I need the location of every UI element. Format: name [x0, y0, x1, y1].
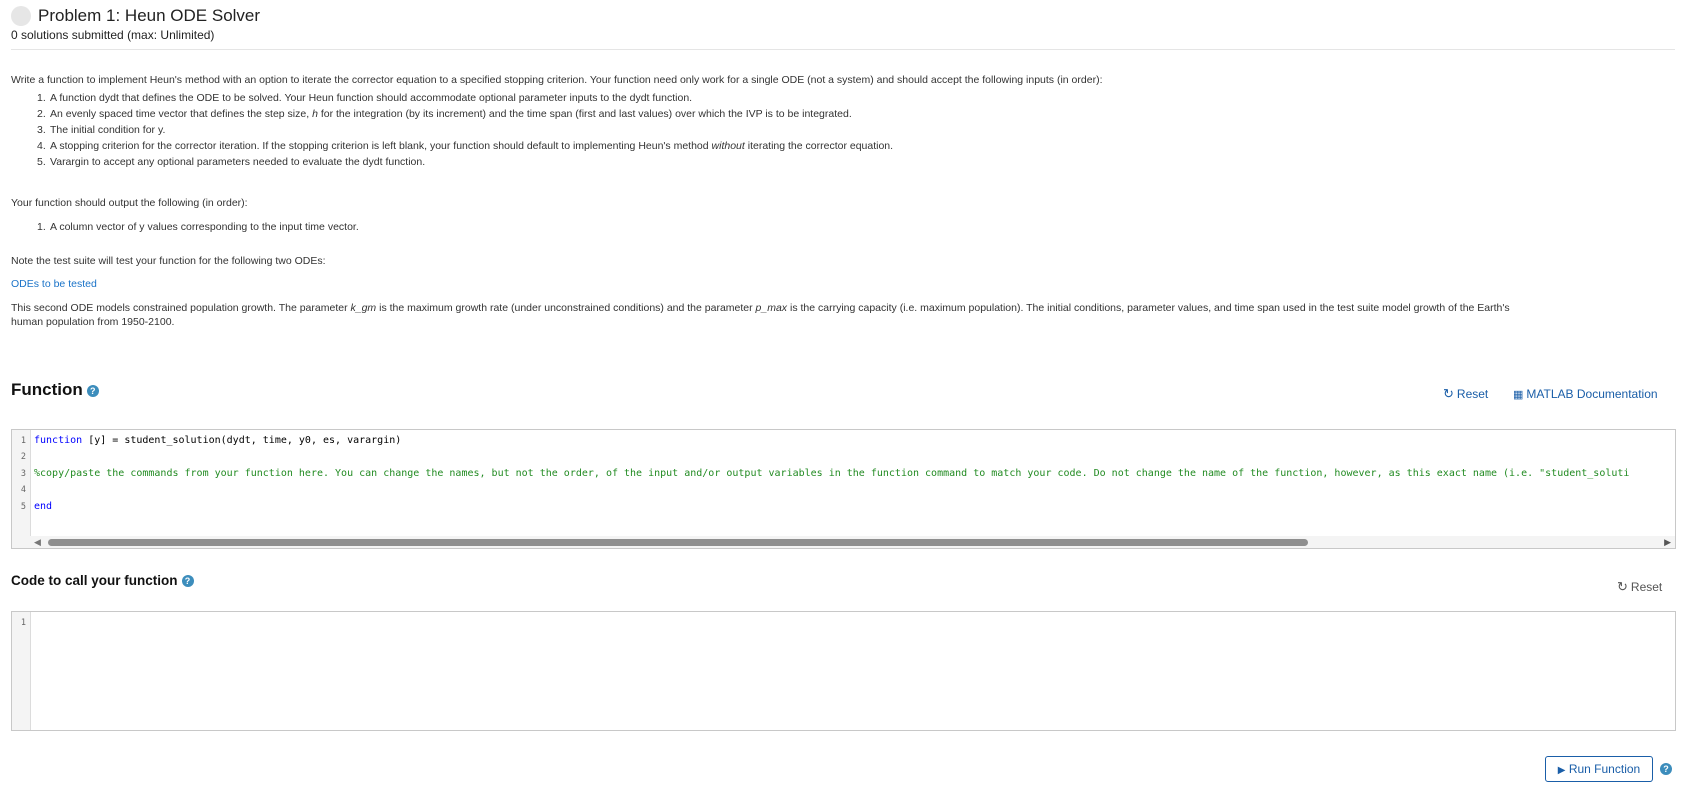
matlab-documentation-button[interactable]: ▦ MATLAB Documentation	[1513, 385, 1658, 403]
play-icon: ▶	[1557, 765, 1566, 776]
inputs-list: 1. A function dydt that defines the ODE t…	[37, 91, 1637, 171]
outputs-list: 1. A column vector of y values correspond…	[37, 220, 359, 234]
scroll-left-icon[interactable]: ◀	[34, 537, 41, 548]
code-line-1[interactable]: function [y] = student_solution(dydt, ti…	[34, 435, 401, 446]
output-intro: Your function should output the followin…	[11, 197, 248, 209]
list-item: 1. A column vector of y values correspond…	[37, 221, 359, 233]
list-item: 4. A stopping criterion for the corrector…	[37, 140, 894, 152]
test-note: Note the test suite will test your funct…	[11, 255, 326, 267]
function-code-editor[interactable]: 1 2 3 4 5 function [y] = student_solutio…	[11, 429, 1676, 549]
intro-text: Write a function to implement Heun's met…	[11, 74, 1103, 86]
list-item: 5. Varargin to accept any optional parame…	[37, 156, 426, 168]
refresh-icon: ↻	[1443, 386, 1454, 401]
question-circle-icon[interactable]: ?	[181, 575, 194, 588]
scrollbar-thumb[interactable]	[48, 539, 1308, 546]
status-indicator	[11, 6, 31, 26]
question-circle-icon[interactable]: ?	[86, 384, 99, 397]
second-ode-text: This second ODE models constrained popul…	[11, 302, 1510, 328]
function-section-title: Function?	[11, 380, 99, 400]
submissions-count: 0 solutions submitted (max: Unlimited)	[11, 28, 215, 42]
function-reset-button[interactable]: ↻ Reset	[1443, 385, 1488, 403]
header-divider	[11, 49, 1675, 50]
call-section-title: Code to call your function?	[11, 573, 194, 588]
line-number-gutter: 1 2 3 4 5	[12, 430, 31, 548]
code-line-3[interactable]: %copy/paste the commands from your funct…	[34, 468, 1629, 479]
odes-to-be-tested-link[interactable]: ODEs to be tested	[11, 277, 97, 291]
code-line-5[interactable]: end	[34, 501, 52, 512]
problem-description: Write a function to implement Heun's met…	[11, 73, 1671, 87]
list-item: 2. An evenly spaced time vector that defi…	[37, 108, 852, 120]
page-title: Problem 1: Heun ODE Solver	[38, 6, 261, 25]
run-function-button[interactable]: ▶ Run Function	[1545, 756, 1653, 782]
question-circle-icon[interactable]: ?	[1660, 763, 1672, 775]
call-reset-button[interactable]: ↻ Reset	[1617, 578, 1662, 596]
call-code-editor[interactable]: 1	[11, 611, 1676, 731]
list-item: 3. The initial condition for y.	[37, 124, 166, 136]
book-icon: ▦	[1513, 389, 1524, 401]
refresh-icon: ↻	[1617, 579, 1628, 594]
horizontal-scrollbar[interactable]: ◀ ▶	[30, 536, 1675, 548]
line-number-gutter: 1	[12, 612, 31, 730]
list-item: 1. A function dydt that defines the ODE t…	[37, 92, 693, 104]
scroll-right-icon[interactable]: ▶	[1664, 537, 1671, 548]
